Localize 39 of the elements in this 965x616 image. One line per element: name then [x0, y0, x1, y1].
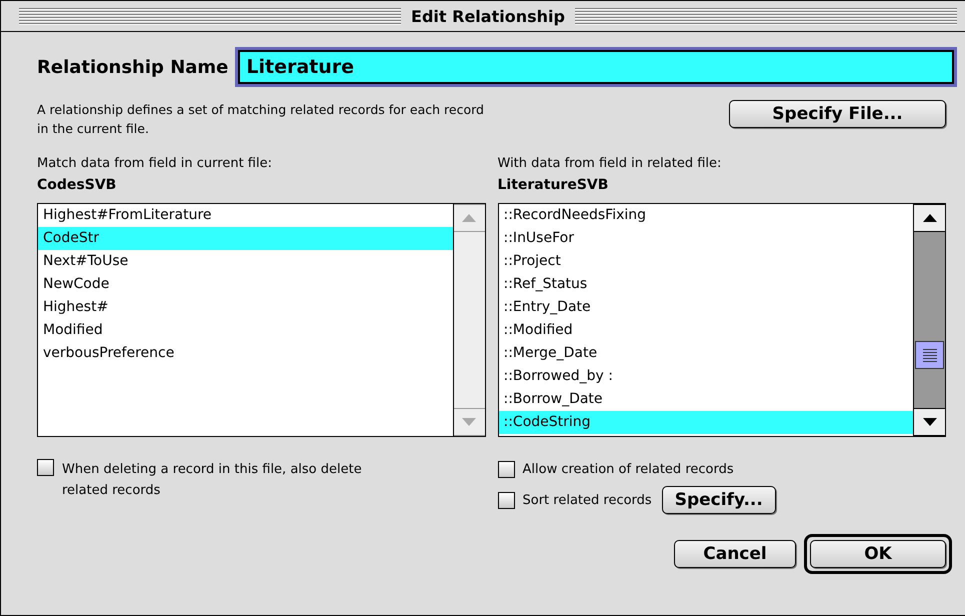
specify-file-button[interactable]: Specify File...	[729, 100, 946, 128]
checkbox[interactable]	[37, 459, 54, 476]
checkbox[interactable]	[498, 492, 514, 508]
field-list-item[interactable]: NewCode	[38, 273, 452, 296]
field-list-item[interactable]: CodeStr	[38, 227, 452, 250]
up-arrow-icon[interactable]	[922, 214, 936, 222]
field-list-item[interactable]: Highest#	[38, 296, 452, 319]
field-list-item[interactable]: ::Ref_Status	[498, 273, 913, 296]
file-name: CodesSVB	[37, 177, 118, 193]
specify-button[interactable]: Specify...	[662, 486, 776, 514]
field-list-item[interactable]: ::Entry_Date	[498, 296, 913, 319]
checkbox[interactable]	[498, 461, 514, 478]
field-list-item[interactable]: Modified	[38, 319, 452, 342]
field-label: Relationship Name	[37, 56, 228, 78]
field-list-item[interactable]: Next#ToUse	[38, 250, 452, 273]
field-list-item[interactable]: ::CodeString	[498, 411, 913, 434]
relationship-name-field[interactable]: Literature	[238, 50, 954, 84]
field-list-item[interactable]: ::Borrowed_by :	[498, 365, 913, 388]
scroll-thumb[interactable]	[915, 341, 944, 370]
field-list-item[interactable]: ::InUseFor	[498, 227, 913, 250]
checkbox-label: Allow creation of related records	[522, 461, 734, 479]
list-caption: With data from field in related file:	[498, 156, 722, 171]
scroll-bar[interactable]	[913, 204, 945, 436]
checkbox-label: When deleting a record in this file, also delete related records	[62, 461, 363, 500]
field-list-item[interactable]: verbousPreference	[38, 342, 452, 365]
down-arrow-icon[interactable]	[922, 418, 936, 426]
list-caption: Match data from field in current file:	[37, 156, 273, 171]
field-list-item[interactable]: ::Merge_Date	[498, 342, 913, 365]
field-list-item[interactable]: Highest#FromLiterature	[38, 204, 452, 227]
field-list-item[interactable]: ::Modified	[498, 319, 913, 342]
field-list-item[interactable]: ::Borrow_Date	[498, 388, 913, 411]
field-list-item[interactable]: ::Project	[498, 250, 913, 273]
field-list-item[interactable]: ::RecordNeedsFixing	[498, 204, 913, 227]
description-text: A relationship defines a set of matching related records for each record in the current file.	[37, 101, 485, 138]
window-title: Edit Relationship	[410, 6, 566, 26]
cancel-button[interactable]: Cancel	[674, 540, 796, 568]
file-name: LiteratureSVB	[498, 177, 610, 193]
ok-button[interactable]: OK	[810, 540, 946, 568]
checkbox-label: Sort related records	[522, 492, 652, 510]
